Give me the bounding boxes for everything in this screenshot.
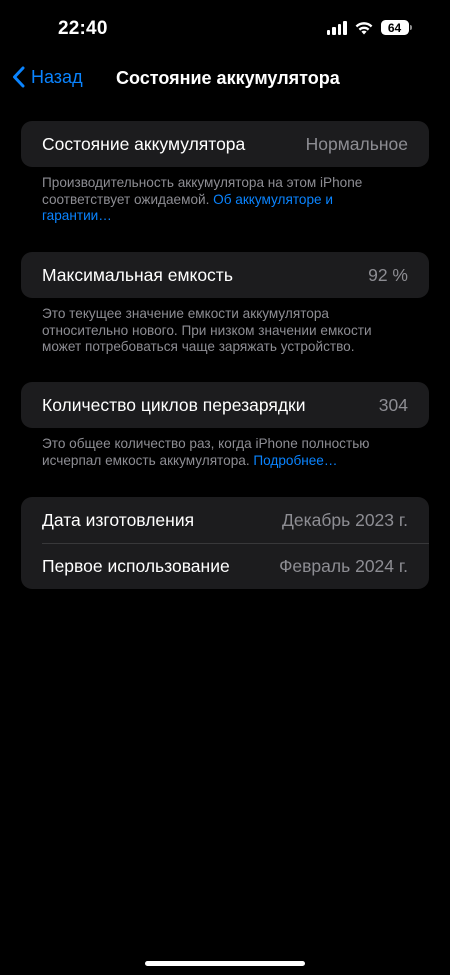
battery-icon: 64: [380, 20, 412, 35]
manufacture-date-label: Дата изготовления: [42, 509, 195, 530]
cycles-row: Количество циклов перезарядки 304: [21, 382, 429, 428]
battery-tip: [410, 25, 412, 30]
signal-bars-icon: [326, 20, 347, 35]
battery-state-row: Состояние аккумулятора Нормальное: [21, 121, 429, 167]
cycles-value: 304: [378, 394, 408, 415]
capacity-note: Это текущее значение емкости аккумулятор…: [42, 306, 372, 354]
cycles-group: Количество циклов перезарядки 304: [21, 382, 429, 428]
capacity-value: 92 %: [368, 264, 408, 285]
dates-group: Дата изготовления Декабрь 2023 г. Первое…: [21, 497, 429, 589]
home-indicator[interactable]: [145, 961, 305, 966]
capacity-group: Максимальная емкость 92 %: [21, 252, 429, 298]
battery-state-value: Нормальное: [305, 133, 408, 154]
status-bar: 22:40 64: [0, 0, 450, 62]
cycles-label: Количество циклов перезарядки: [42, 394, 306, 415]
cycles-footnote: Это общее количество раз, когда iPhone п…: [42, 436, 402, 469]
back-label: Назад: [31, 66, 83, 87]
navigation-bar: Назад Состояние аккумулятора: [0, 62, 450, 98]
back-button[interactable]: Назад: [12, 66, 83, 88]
battery-state-group: Состояние аккумулятора Нормальное: [21, 121, 429, 167]
first-use-label: Первое использование: [42, 555, 230, 576]
status-icons: 64: [326, 20, 412, 35]
page-title: Состояние аккумулятора: [116, 68, 340, 88]
manufacture-date-row: Дата изготовления Декабрь 2023 г.: [21, 497, 429, 543]
chevron-left-icon: [12, 66, 25, 88]
capacity-row: Максимальная емкость 92 %: [21, 252, 429, 298]
battery-state-label: Состояние аккумулятора: [42, 133, 246, 154]
status-time: 22:40: [58, 18, 108, 39]
manufacture-date-value: Декабрь 2023 г.: [282, 509, 408, 530]
capacity-footnote: Это текущее значение емкости аккумулятор…: [42, 306, 402, 356]
cycles-more-link[interactable]: Подробнее…: [253, 453, 337, 468]
first-use-row: Первое использование Февраль 2024 г.: [21, 543, 429, 589]
capacity-label: Максимальная емкость: [42, 264, 233, 285]
wifi-icon: [354, 20, 374, 35]
battery-state-footnote: Производительность аккумулятора на этом …: [42, 175, 382, 225]
first-use-value: Февраль 2024 г.: [279, 555, 408, 576]
battery-level: 64: [380, 20, 409, 35]
